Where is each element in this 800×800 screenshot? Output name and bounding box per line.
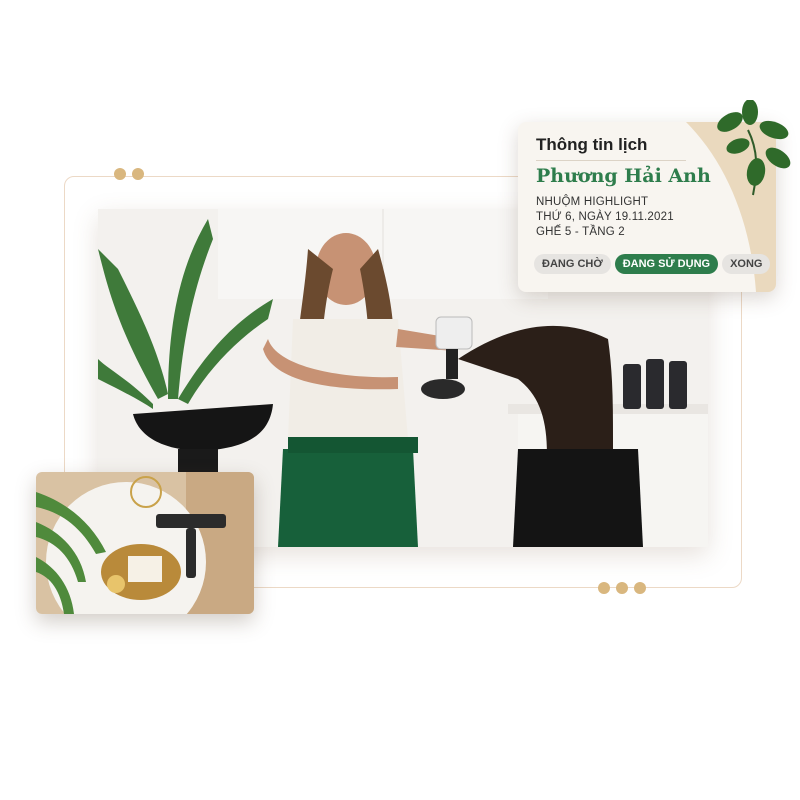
dot (634, 582, 646, 594)
product-photo (36, 472, 254, 614)
dot (132, 168, 144, 180)
status-chip-in-use[interactable]: ĐANG SỬ DỤNG (614, 254, 719, 274)
leaf-decoration-icon (717, 100, 791, 196)
card-divider (536, 160, 686, 161)
customer-name: Phương Hải Anh (536, 165, 711, 187)
appointment-date: THỨ 6, NGÀY 19.11.2021 (536, 211, 674, 223)
service-name: NHUỘM HIGHLIGHT (536, 196, 649, 208)
status-chip-waiting[interactable]: ĐANG CHỜ (534, 254, 611, 274)
dot (598, 582, 610, 594)
status-chip-done[interactable]: XONG (722, 254, 771, 274)
decorative-dots-bottom (598, 582, 646, 594)
status-chips: ĐANG CHỜ ĐANG SỬ DỤNG XONG (534, 254, 771, 274)
decorative-dots-top (114, 168, 144, 180)
card-title: Thông tin lịch (536, 135, 648, 154)
seat-location: GHẾ 5 - TẦNG 2 (536, 226, 625, 238)
dot (616, 582, 628, 594)
dot (114, 168, 126, 180)
